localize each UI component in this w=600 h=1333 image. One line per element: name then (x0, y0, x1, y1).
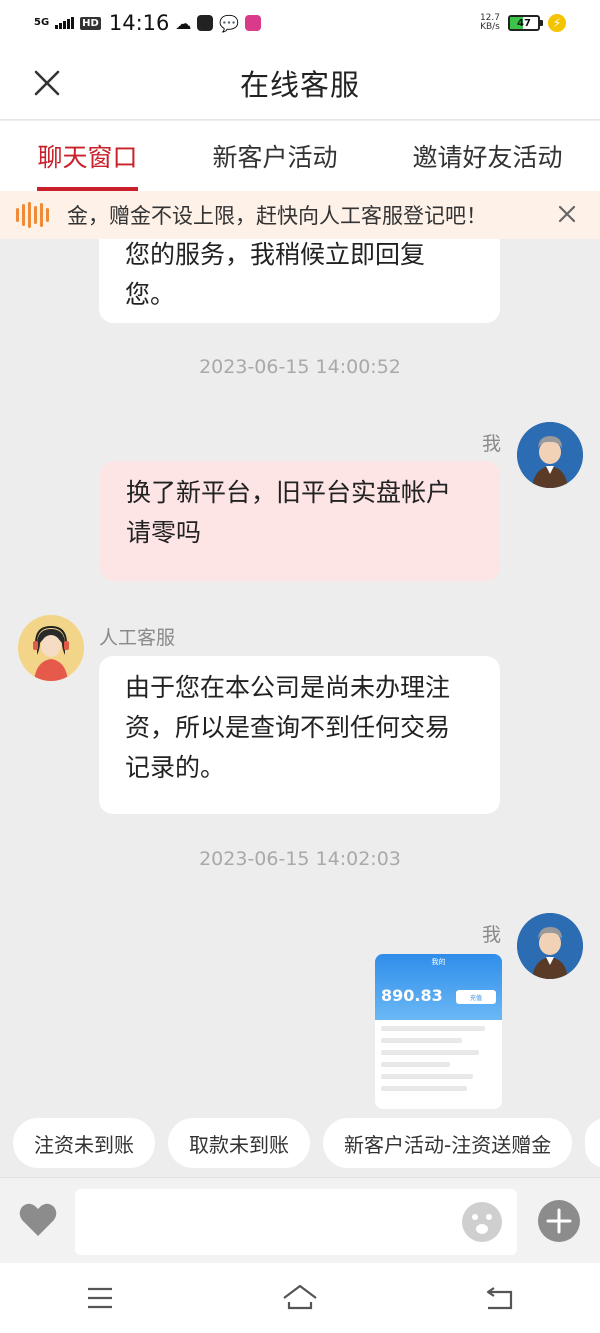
message-bubble-mine: 换了新平台，旧平台实盘帐户请零吗 (100, 461, 500, 581)
quick-reply-chip[interactable]: 注资未到账 (13, 1118, 155, 1168)
message-bubble: 您的服务，我稍候立即回复您。 (99, 239, 500, 323)
battery-icon: 47 (508, 15, 543, 31)
cloud-icon: ☁ (175, 13, 192, 33)
quick-reply-chip-partial[interactable] (585, 1118, 600, 1168)
page-title: 在线客服 (239, 67, 360, 102)
sound-wave-icon (16, 202, 49, 228)
user-avatar-icon (517, 913, 583, 979)
status-right: 12.7 KB/s 47 ⚡ (480, 14, 566, 32)
user-avatar-icon (517, 422, 583, 488)
input-bar (0, 1177, 600, 1263)
battery-level: 47 (517, 17, 531, 29)
tab-invite-friends-activity[interactable]: 邀请好友活动 (412, 121, 562, 191)
message-bubble: 由于您在本公司是尚未办理注资，所以是查询不到任何交易记录的。 (99, 656, 500, 814)
timestamp: 2023-06-15 14:00:52 (199, 356, 401, 378)
message-text: 由于您在本公司是尚未办理注资，所以是查询不到任何交易记录的。 (125, 673, 451, 782)
status-left: 5G HD 14:16 ☁ 💬 (34, 11, 262, 35)
chat-area[interactable]: 您的服务，我稍候立即回复您。 2023-06-15 14:00:52 我 换了新… (0, 239, 600, 1109)
tab-chat-window[interactable]: 聊天窗口 (37, 121, 138, 191)
charging-icon: ⚡ (548, 14, 566, 32)
net-speed: 12.7 KB/s (479, 13, 500, 32)
system-nav-bar (0, 1263, 600, 1333)
close-icon[interactable] (28, 64, 66, 102)
home-icon[interactable] (280, 1278, 320, 1318)
image-title: 我的 (431, 958, 446, 966)
network-type: 5G (34, 17, 50, 28)
message-text: 换了新平台，旧平台实盘帐户请零吗 (126, 478, 452, 547)
image-button: 充值 (456, 990, 496, 1004)
sender-name: 人工客服 (99, 627, 176, 649)
avatar[interactable] (517, 422, 583, 488)
quick-replies: 注资未到账 取款未到账 新客户活动-注资送赠金 (0, 1109, 600, 1177)
quick-reply-chip[interactable]: 取款未到账 (168, 1118, 310, 1168)
message-text: 您的服务，我稍候立即回复您。 (125, 240, 426, 309)
avatar[interactable] (517, 913, 583, 979)
quick-reply-chip[interactable]: 新客户活动-注资送赠金 (323, 1118, 573, 1168)
sender-name: 我 (482, 433, 502, 455)
header: 在线客服 (0, 46, 600, 120)
message-input[interactable] (75, 1189, 517, 1255)
emoji-icon[interactable] (461, 1201, 503, 1243)
image-amount: 890.83 (381, 986, 443, 1005)
close-icon[interactable] (556, 203, 578, 225)
timestamp: 2023-06-15 14:02:03 (199, 848, 401, 870)
image-thumbnail: 我的 890.83 充值 (375, 954, 502, 1020)
avatar[interactable] (18, 615, 84, 681)
image-message[interactable]: 我的 890.83 充值 (375, 954, 502, 1109)
menu-icon[interactable] (80, 1278, 120, 1318)
plus-icon[interactable] (537, 1199, 581, 1243)
app-notification-icon (197, 15, 214, 31)
message-icon: 💬 (219, 13, 240, 33)
signal-icon (55, 17, 75, 29)
tab-new-customer-activity[interactable]: 新客户活动 (212, 121, 337, 191)
notice-banner: 金，赠金不设上限，赶快向人工客服登记吧！ (0, 191, 600, 239)
clock: 14:16 (108, 11, 170, 35)
hd-badge: HD (80, 16, 101, 30)
image-rows (375, 1020, 502, 1104)
notice-text: 金，赠金不设上限，赶快向人工客服登记吧！ (67, 204, 487, 228)
sender-name: 我 (482, 924, 502, 946)
app-notification-icon (245, 15, 262, 31)
back-icon[interactable] (480, 1278, 520, 1318)
customer-service-avatar-icon (18, 615, 84, 681)
tab-bar: 聊天窗口 新客户活动 邀请好友活动 (0, 121, 600, 191)
heart-icon[interactable] (16, 1198, 60, 1242)
status-bar: 5G HD 14:16 ☁ 💬 12.7 KB/s 47 ⚡ (0, 0, 600, 46)
